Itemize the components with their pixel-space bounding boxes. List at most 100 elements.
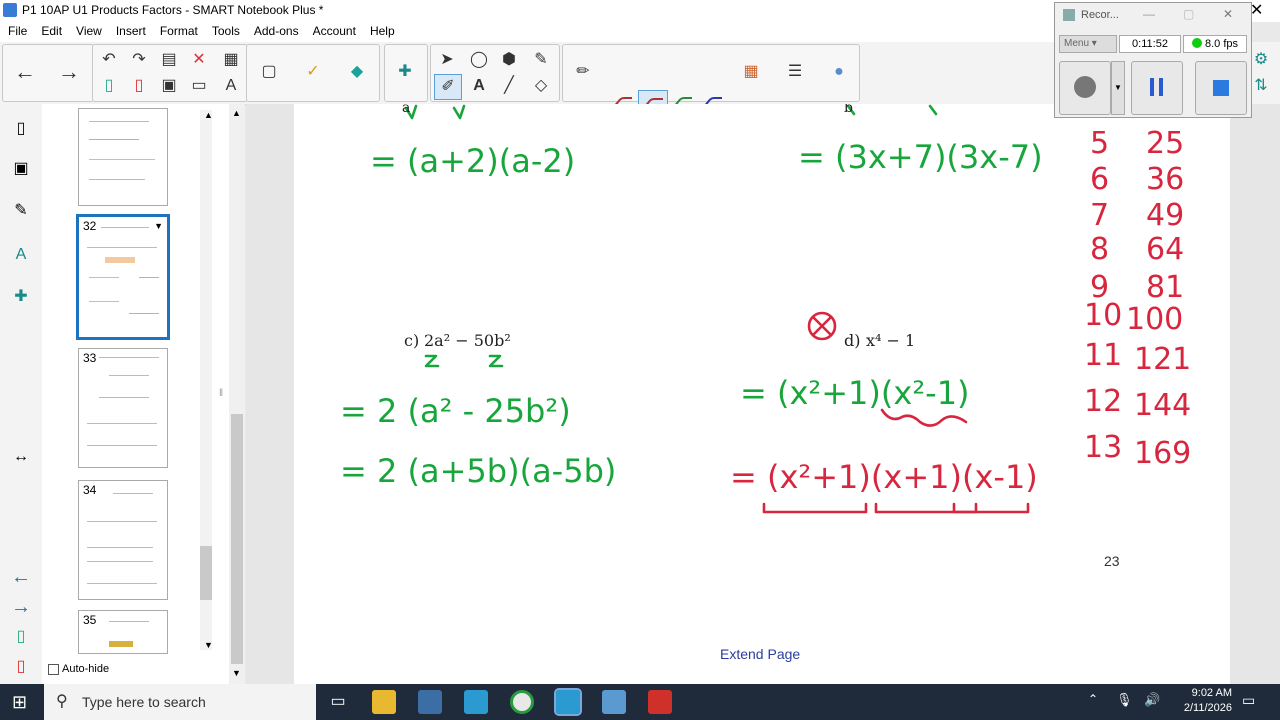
page-thumbnail[interactable]: 34 [78, 480, 168, 600]
menu-file[interactable]: File [2, 22, 33, 40]
menu-insert[interactable]: Insert [110, 22, 152, 40]
previous-page-icon[interactable]: ← [12, 60, 38, 84]
pens-tool-icon[interactable]: ✐ [434, 74, 462, 100]
ink-underbrace [762, 502, 868, 514]
page-thumbnail[interactable]: 33 [78, 348, 168, 468]
sorter-scroll-thumb[interactable] [200, 546, 212, 600]
canvas-scroll-up-icon[interactable]: ▲ [232, 108, 241, 118]
window-title: P1 10AP U1 Products Factors - SMART Note… [22, 3, 324, 17]
paste-icon[interactable]: ▤ [156, 48, 182, 72]
square-n: 11 [1084, 338, 1123, 373]
sorter-scrollbar[interactable] [200, 110, 212, 650]
attachments-icon[interactable]: ✎ [10, 200, 32, 222]
effects-icon[interactable]: ● [826, 60, 852, 84]
microphone-icon[interactable]: 🎙 [1116, 692, 1133, 708]
smart-notebook-icon[interactable] [554, 688, 582, 716]
eraser-icon[interactable]: ◇ [528, 74, 554, 98]
line-width-icon[interactable]: ☰ [782, 60, 808, 84]
squares-table: 5 25 6 36 7 49 8 64 9 81 10 100 11 121 1… [1064, 126, 1224, 486]
save-icon[interactable]: ▣ [156, 74, 182, 98]
recorder-maximize-icon[interactable]: ▢ [1183, 7, 1194, 21]
sorter-delete-page-icon[interactable]: ▯ [10, 656, 32, 678]
screen-shade-icon[interactable]: ▭ [186, 74, 212, 98]
display-icon[interactable]: ▢ [256, 60, 282, 84]
taskbar-app-icon[interactable] [418, 690, 442, 714]
stop-button[interactable] [1195, 61, 1247, 115]
recorder-minimize-icon[interactable]: — [1143, 7, 1155, 21]
record-options-chevron-icon[interactable]: ▼ [1111, 61, 1125, 115]
square-n: 8 [1090, 232, 1110, 267]
undo-icon[interactable]: ↶ [96, 48, 122, 72]
menu-account[interactable]: Account [307, 22, 362, 40]
pause-button[interactable] [1131, 61, 1183, 115]
volume-icon[interactable]: 🔊 [1144, 692, 1160, 708]
redo-icon[interactable]: ↷ [126, 48, 152, 72]
delete-icon[interactable]: ✕ [186, 48, 212, 72]
recorder-title: Recor... [1081, 9, 1119, 21]
page-thumbnail[interactable]: 35 [78, 610, 168, 654]
auto-hide-checkbox[interactable]: Auto-hide [48, 663, 109, 675]
shape-icon[interactable]: ◯ [466, 48, 492, 72]
color-palette-icon[interactable]: ▦ [738, 60, 764, 84]
text-tool-icon[interactable]: A [466, 74, 492, 98]
text-resize-icon[interactable]: A [218, 74, 244, 98]
menu-tools[interactable]: Tools [206, 22, 246, 40]
add-page-icon[interactable]: ▯ [96, 74, 122, 98]
menu-help[interactable]: Help [364, 22, 401, 40]
pen-type-icon[interactable]: ✏ [570, 60, 596, 84]
task-view-icon[interactable]: ▭ [326, 690, 350, 714]
activity-icon[interactable]: ◆ [344, 60, 370, 84]
pdf-reader-icon[interactable] [648, 690, 672, 714]
page-thumbnail-selected[interactable]: 32 ▼ [76, 214, 170, 340]
delete-page-icon[interactable]: ▯ [126, 74, 152, 98]
canvas-scroll-thumb[interactable] [231, 414, 243, 664]
recorder-menu-dropdown[interactable]: Menu ▾ [1059, 35, 1117, 53]
chrome-icon[interactable] [510, 690, 534, 714]
notifications-icon[interactable]: ▭ [1242, 692, 1255, 709]
square-value: 81 [1146, 270, 1185, 305]
extend-page-link[interactable]: Extend Page [720, 646, 800, 662]
menu-view[interactable]: View [70, 22, 108, 40]
gallery-icon[interactable]: ▣ [10, 158, 32, 180]
fill-icon[interactable]: ⬢ [496, 48, 522, 72]
sorter-scroll-down-icon[interactable]: ▼ [204, 640, 213, 650]
properties-icon[interactable]: A [10, 244, 32, 266]
square-value: 169 [1134, 436, 1192, 471]
page-thumbnail[interactable] [78, 108, 168, 206]
sorter-prev-page-icon[interactable]: ← [10, 566, 32, 588]
square-n: 13 [1084, 430, 1123, 465]
page-sorter-icon[interactable]: ▯ [10, 118, 32, 140]
resize-panel-icon[interactable]: ↔ [10, 446, 32, 468]
windows-start-icon[interactable]: ⊞ [12, 692, 27, 713]
canvas-scroll-down-icon[interactable]: ▼ [232, 668, 241, 678]
square-value: 100 [1126, 302, 1184, 337]
next-page-icon[interactable]: → [56, 60, 82, 84]
assessment-icon[interactable]: ✓ [300, 60, 326, 84]
sorter-add-page-icon[interactable]: ▯ [10, 626, 32, 648]
magic-pen-icon[interactable]: ✎ [528, 48, 554, 72]
sorter-scroll-up-icon[interactable]: ▲ [204, 110, 213, 120]
side-tabs: ▯ ▣ ✎ A ✚ ↔ ← → ▯ ▯ [0, 104, 42, 684]
line-tool-icon[interactable]: ╱ [496, 74, 522, 98]
ink-b-answer: = (3x+7)(3x-7) [798, 138, 1043, 176]
taskbar-clock[interactable]: 9:02 AM 2/11/2026 [1168, 686, 1232, 716]
menu-addons[interactable]: Add-ons [248, 22, 305, 40]
thumbnail-menu-chevron-icon[interactable]: ▼ [154, 221, 163, 231]
taskbar-search-box[interactable]: ⚲ Type here to search [44, 684, 316, 720]
menu-edit[interactable]: Edit [35, 22, 68, 40]
recorder-close-icon[interactable]: ✕ [1223, 7, 1233, 21]
tray-overflow-chevron-icon[interactable]: ⌃ [1088, 692, 1098, 706]
close-icon[interactable]: ✕ [1250, 0, 1263, 20]
menu-format[interactable]: Format [154, 22, 204, 40]
sorter-next-page-icon[interactable]: → [10, 596, 32, 618]
record-button[interactable] [1059, 61, 1111, 115]
file-explorer-icon[interactable] [372, 690, 396, 714]
addons-puzzle-icon[interactable]: ✚ [10, 286, 32, 308]
recorder-taskbar-icon[interactable] [602, 690, 626, 714]
puzzle-icon[interactable]: ✚ [392, 60, 418, 84]
table-icon[interactable]: ▦ [218, 48, 244, 72]
canvas-scrollbar[interactable]: ▲ ▼ [229, 104, 245, 684]
splitter-handle[interactable]: ‖ [219, 388, 223, 399]
smart-ink-icon[interactable] [464, 690, 488, 714]
select-icon[interactable]: ➤ [434, 48, 460, 72]
